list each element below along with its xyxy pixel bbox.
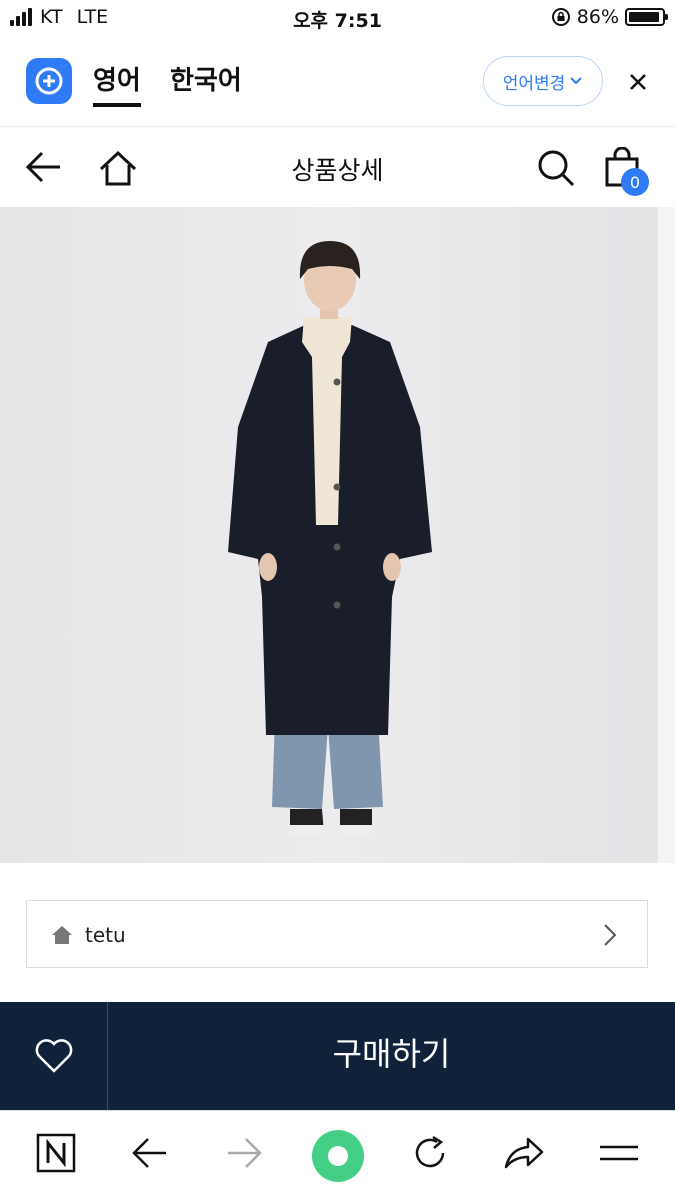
- browser-toolbar: [0, 1110, 675, 1201]
- buy-button[interactable]: 구매하기: [108, 1002, 675, 1102]
- green-dot-button-icon[interactable]: [311, 1129, 365, 1183]
- brand-name: tetu: [85, 923, 126, 947]
- cart-count-badge: 0: [621, 168, 649, 196]
- change-language-button[interactable]: 언어변경: [483, 56, 603, 106]
- status-bar: KT LTE 오후 7:51 86%: [0, 0, 675, 38]
- tab-english[interactable]: 영어: [93, 60, 141, 107]
- search-icon[interactable]: [537, 149, 575, 187]
- heart-icon: [35, 1039, 73, 1073]
- brand-home-icon: [52, 926, 72, 944]
- translator-app-logo: [26, 58, 72, 104]
- product-photo-illustration: [0, 207, 675, 863]
- change-language-label: 언어변경: [502, 73, 566, 94]
- brand-link[interactable]: tetu: [26, 900, 648, 968]
- rotation-lock-icon: [551, 8, 570, 26]
- close-icon[interactable]: [624, 68, 652, 96]
- chevron-down-icon: [570, 77, 582, 85]
- chevron-right-icon: [604, 924, 617, 946]
- battery-percent: 86%: [576, 6, 619, 28]
- browser-back-icon[interactable]: [130, 1133, 170, 1173]
- translate-bar: 영어 한국어 언어변경: [0, 38, 675, 127]
- page-navbar: 상품상세: [0, 127, 675, 208]
- share-icon[interactable]: [502, 1133, 546, 1173]
- wishlist-button[interactable]: [0, 1002, 108, 1110]
- battery-icon: [625, 8, 668, 26]
- product-image[interactable]: [0, 207, 675, 863]
- purchase-bar: 구매하기: [0, 1002, 675, 1110]
- buy-button-label: 구매하기: [332, 1035, 451, 1073]
- naver-n-icon[interactable]: [36, 1133, 76, 1173]
- refresh-icon[interactable]: [410, 1133, 450, 1173]
- tab-korean[interactable]: 한국어: [170, 60, 242, 97]
- menu-icon[interactable]: [598, 1133, 640, 1173]
- browser-forward-icon[interactable]: [224, 1133, 264, 1173]
